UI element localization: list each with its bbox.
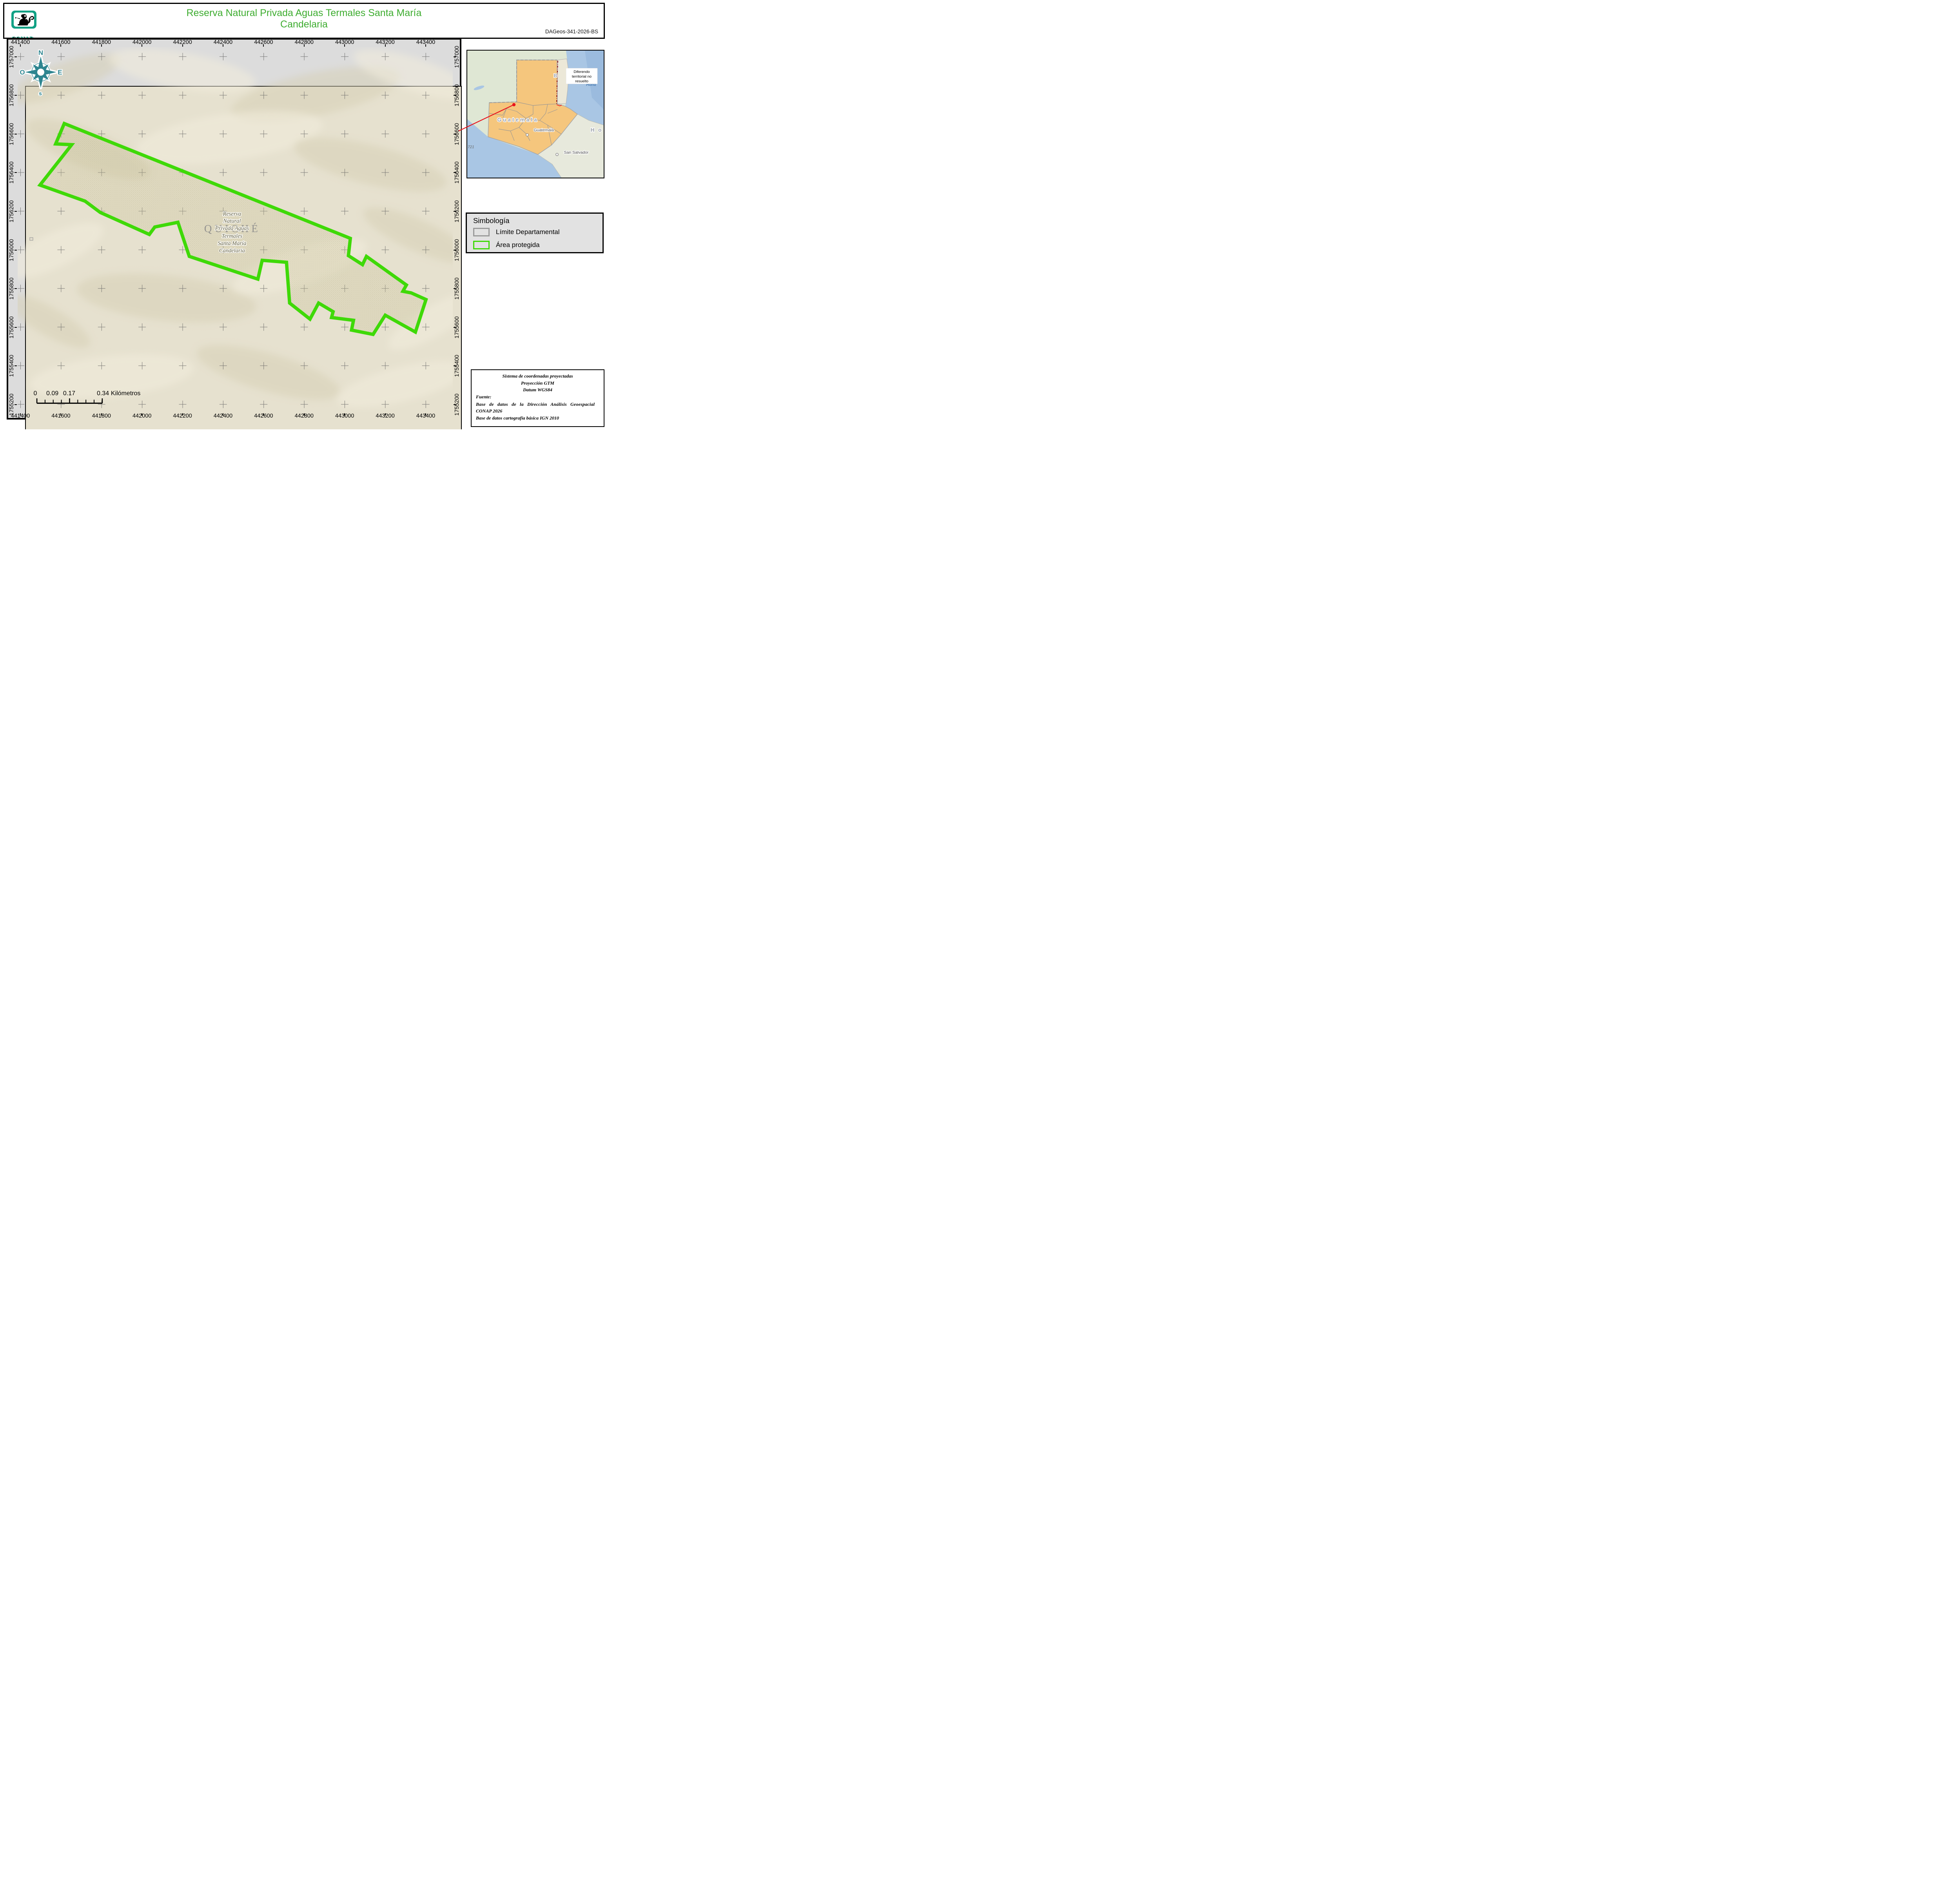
x-axis-tick-bottom bbox=[344, 413, 345, 416]
info-line: Fuente: bbox=[476, 394, 599, 400]
legend-box: Simbología Límite Departamental Área pro… bbox=[466, 213, 604, 253]
x-axis-tick-top bbox=[101, 44, 102, 47]
y-axis-tick-left bbox=[15, 172, 17, 173]
x-axis-tick-bottom bbox=[385, 413, 386, 416]
building-symbol bbox=[29, 238, 33, 240]
map-document-page: CONAP Reserva Natural Privada Aguas Term… bbox=[0, 0, 606, 429]
map-title: Reserva Natural Privada Aguas Termales S… bbox=[83, 7, 525, 30]
y-axis-tick-left bbox=[15, 404, 17, 405]
svg-text:Kilómetros: Kilómetros bbox=[111, 390, 140, 397]
y-axis-tick-right bbox=[454, 327, 456, 328]
y-axis-tick-right bbox=[454, 288, 456, 289]
country-label: Guatemala bbox=[497, 117, 538, 123]
svg-text:N: N bbox=[38, 49, 43, 56]
svg-text:O: O bbox=[20, 69, 25, 76]
legend-item-label: Límite Departamental bbox=[496, 228, 560, 236]
svg-text:Reserva: Reserva bbox=[222, 211, 241, 217]
info-line: Base de datos cartografía básica IGN 201… bbox=[476, 415, 599, 421]
x-axis-tick-bottom bbox=[425, 413, 426, 416]
x-axis-tick-top bbox=[20, 44, 21, 47]
location-inset-map: GuatemalaGuatemalaSan SalvadorH oHondB72… bbox=[466, 50, 604, 178]
honduras-label-partial: H o bbox=[591, 127, 603, 133]
capital-label: Guatemala bbox=[534, 128, 554, 133]
inset-map-svg: GuatemalaGuatemalaSan SalvadorH oHondB72… bbox=[467, 51, 604, 178]
x-axis-tick-top bbox=[425, 44, 426, 47]
info-line: Sistema de coordenadas proyectadas bbox=[476, 373, 599, 379]
y-axis-tick-left bbox=[15, 250, 17, 251]
belize-label-partial: B bbox=[554, 73, 557, 78]
x-axis-tick-bottom bbox=[60, 413, 61, 416]
svg-text:Privada Aguas: Privada Aguas bbox=[214, 225, 249, 231]
y-axis-tick-left bbox=[15, 56, 17, 57]
territorial-note-line: resuelto bbox=[575, 79, 588, 84]
y-axis-tick-right bbox=[454, 365, 456, 366]
info-line: CONAP 2026 bbox=[476, 408, 599, 414]
conap-logo: CONAP bbox=[11, 11, 36, 29]
svg-text:Natural: Natural bbox=[223, 218, 241, 224]
protected-area-swatch bbox=[473, 241, 490, 249]
x-axis-tick-bottom bbox=[101, 413, 102, 416]
guatemala-city-dot bbox=[526, 134, 528, 136]
y-axis-tick-right bbox=[454, 95, 456, 96]
y-axis-tick-right bbox=[454, 172, 456, 173]
y-axis-tick-left bbox=[15, 211, 17, 212]
svg-text:0.17: 0.17 bbox=[63, 390, 75, 397]
y-axis-tick-right bbox=[454, 404, 456, 405]
san-salvador-label: San Salvador bbox=[564, 150, 589, 155]
x-axis-tick-top bbox=[304, 44, 305, 47]
header-bar: CONAP Reserva Natural Privada Aguas Term… bbox=[3, 3, 605, 39]
y-axis-tick-left bbox=[15, 288, 17, 289]
y-axis-tick-right bbox=[454, 56, 456, 57]
svg-text:s: s bbox=[39, 90, 42, 96]
san-salvador-dot bbox=[556, 153, 558, 156]
departmental-boundary-swatch bbox=[473, 228, 490, 236]
document-id: DAGeos-341-2026-BS bbox=[545, 29, 598, 35]
x-axis-tick-top bbox=[344, 44, 345, 47]
svg-text:0: 0 bbox=[33, 390, 37, 397]
projection-info-box: Sistema de coordenadas proyectadas Proye… bbox=[471, 369, 604, 427]
map-title-line2: Candelaria bbox=[83, 19, 525, 30]
x-axis-tick-top bbox=[263, 44, 264, 47]
y-axis-tick-right bbox=[454, 250, 456, 251]
y-axis-tick-left bbox=[15, 365, 17, 366]
x-axis-tick-bottom bbox=[304, 413, 305, 416]
svg-text:0.09: 0.09 bbox=[46, 390, 58, 397]
info-line: Datum WGS84 bbox=[476, 387, 599, 393]
territorial-note-line: Diferendo bbox=[573, 70, 590, 74]
x-axis-tick-top bbox=[60, 44, 61, 47]
info-line: Proyección GTM bbox=[476, 380, 599, 386]
svg-text:E: E bbox=[58, 69, 62, 76]
info-line: Base de datos de la Dirección Análisis G… bbox=[476, 401, 599, 407]
y-axis-tick-left bbox=[15, 327, 17, 328]
x-axis-tick-bottom bbox=[263, 413, 264, 416]
monkey-icon bbox=[14, 13, 34, 27]
main-map: QUICHÉReservaNaturalPrivada AguasTermale… bbox=[18, 47, 453, 412]
y-axis-tick-right bbox=[454, 211, 456, 212]
margin-number: 721 bbox=[468, 145, 474, 149]
territorial-note-line: territorial no bbox=[572, 74, 592, 79]
legend-item-label: Área protegida bbox=[496, 241, 540, 249]
x-axis-tick-top bbox=[385, 44, 386, 47]
map-title-line1: Reserva Natural Privada Aguas Termales S… bbox=[83, 7, 525, 19]
svg-text:Santa María: Santa María bbox=[218, 240, 246, 247]
x-axis-tick-top bbox=[182, 44, 183, 47]
svg-text:0.34: 0.34 bbox=[96, 390, 109, 397]
x-axis-tick-bottom bbox=[182, 413, 183, 416]
svg-text:Candelaria: Candelaria bbox=[219, 247, 245, 254]
svg-text:Termales: Termales bbox=[221, 233, 242, 239]
legend-title: Simbología bbox=[473, 216, 510, 225]
y-axis-tick-left bbox=[15, 95, 17, 96]
x-axis-tick-bottom bbox=[20, 413, 21, 416]
